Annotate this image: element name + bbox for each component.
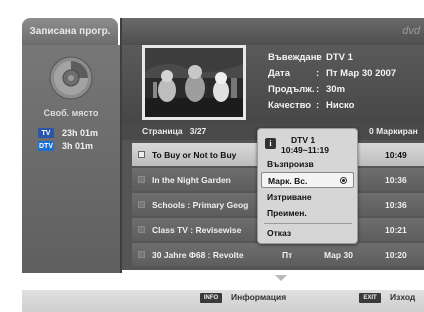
menu-item-delete[interactable]: Изтриване [261,189,354,205]
page-label: Страница [142,126,183,136]
program-time: 10:36 [385,200,407,210]
menu-item-label: Изтриване [267,192,312,202]
info-quality-label: Качество [268,100,312,111]
program-time: 10:36 [385,175,407,185]
preview-image [145,48,243,117]
menu-item-label: Възпроизв [267,159,314,169]
tv-badge: TV [38,128,54,138]
info-quality: Качество : Ниско [268,100,354,111]
menu-divider [264,223,352,224]
free-space-label: Своб. място [43,108,99,118]
options-popup: i DTV 1 10:49~11:19 Възпроизв Марк. Вс. … [257,128,358,244]
program-title: In the Night Garden [152,175,231,185]
menu-item-rename[interactable]: Преимен. [261,205,354,221]
menu-item-label: Марк. Вс. [268,176,308,186]
program-info-area: Въвеждане : DTV 1 Дата : Пт Мар 30 2007 … [122,45,424,123]
screen-title-tab: Записана прогр. [22,18,118,45]
top-strip: dvd [120,18,424,45]
radio-dot-icon [340,177,347,184]
menu-item-play[interactable]: Възпроизв [261,156,354,172]
program-title: To Buy or Not to Buy [152,150,237,160]
program-time: 10:20 [385,250,407,260]
scroll-down-arrow-icon[interactable] [275,275,287,281]
footer-bar: INFO Информация EXIT Изход [22,290,424,312]
info-key-badge: INFO [200,293,222,303]
program-title: 30 Jahre Φ68 : Revolte [152,250,244,260]
checkbox[interactable] [138,251,145,258]
info-recorded-value: DTV 1 [326,52,353,63]
program-time: 10:21 [385,225,407,235]
program-title: Schools : Primary Geog [152,200,249,210]
program-title: Class TV : Revisewise [152,225,242,235]
preview-thumbnail [142,45,246,120]
list-item[interactable]: 30 Jahre Φ68 : Revolte Пт Мар 30 10:20 [132,243,424,266]
popup-time-range: 10:49~11:19 [281,145,329,155]
menu-item-label: Преимен. [267,208,307,218]
info-recorded: Въвеждане : DTV 1 [268,52,353,63]
info-recorded-label: Въвеждане [268,52,322,63]
popup-header: i DTV 1 10:49~11:19 [258,129,357,157]
disk-usage-icon [49,56,93,100]
info-quality-value: Ниско [326,100,355,111]
screen-title: Записана прогр. [29,26,111,37]
info-duration-label: Продълж. [268,84,315,95]
info-date-label: Дата [268,68,290,79]
checkbox[interactable] [138,226,145,233]
info-separator: : [316,100,320,111]
exit-key-label: Изход [390,292,416,302]
page-value: 3/27 [189,126,207,136]
dtv-remaining-time: 3h 01m [62,141,94,151]
popup-channel: DTV 1 [291,135,316,145]
marked-count: 0 Маркиран [369,126,418,136]
dtv-storage-row: DTV 3h 01m [38,141,93,151]
brand-logo: dvd [402,25,420,37]
tv-remaining-time: 23h 01m [62,128,99,138]
program-date: Мар 30 [324,250,353,260]
checkbox[interactable] [138,151,145,158]
info-duration-value: 30m [326,84,346,95]
preview-scene-image [145,48,243,117]
info-duration: Продълж. : 30m [268,84,345,95]
info-key-label: Информация [231,292,287,302]
storage-panel: Своб. място TV 23h 01m DTV 3h 01m [22,45,120,273]
info-date: Дата : Пт Мар 30 2007 [268,68,396,79]
info-separator: : [316,68,320,79]
info-date-value: Пт Мар 30 2007 [326,68,397,79]
info-separator: : [316,52,320,63]
info-icon: i [265,138,276,149]
recorded-programs-screen: Записана прогр. dvd Своб. място TV 23h 0… [0,0,424,312]
dtv-badge: DTV [38,141,54,151]
menu-item-cancel[interactable]: Отказ [261,225,354,241]
checkbox[interactable] [138,176,145,183]
info-separator: : [316,84,320,95]
menu-item-mark-all[interactable]: Марк. Вс. [261,172,354,188]
checkbox[interactable] [138,201,145,208]
exit-key-badge: EXIT [359,293,381,303]
page-indicator: Страница 3/27 [142,126,206,136]
tv-storage-row: TV 23h 01m [38,128,98,138]
menu-item-label: Отказ [267,228,292,238]
program-time: 10:49 [385,150,407,160]
program-day: Пт [282,250,293,260]
